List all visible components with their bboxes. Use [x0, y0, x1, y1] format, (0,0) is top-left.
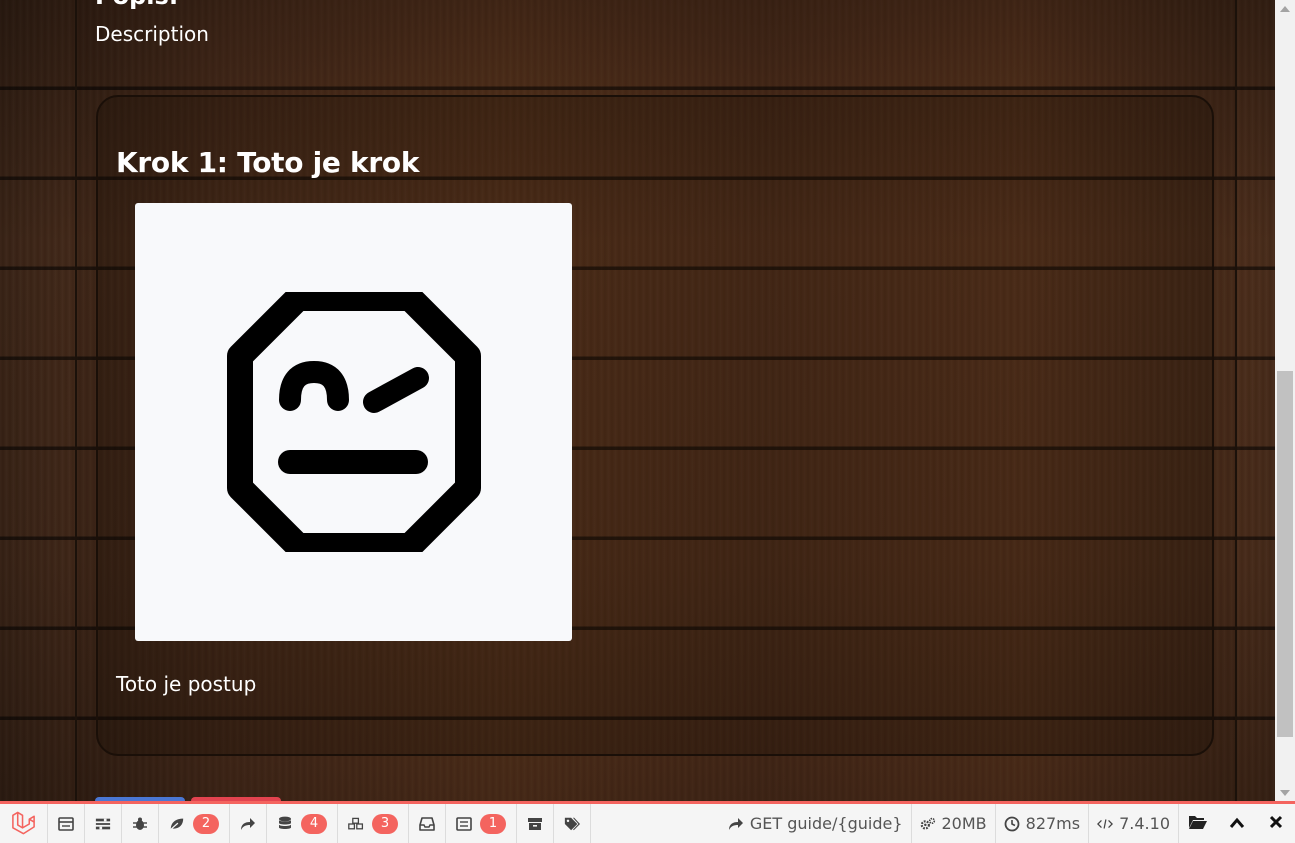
step-title: Krok 1: Toto je krok — [116, 146, 420, 179]
code-icon — [1097, 816, 1114, 832]
share-icon — [728, 816, 744, 832]
open-folder-button[interactable] — [1178, 804, 1217, 843]
bug-icon — [132, 816, 148, 832]
chevron-up-icon — [1229, 814, 1245, 833]
time-text: 827ms — [1025, 814, 1081, 833]
scroll-up-arrow[interactable] — [1280, 6, 1290, 12]
mails-tab[interactable] — [409, 804, 446, 843]
archive-icon — [527, 816, 543, 832]
share-icon — [240, 816, 256, 832]
maximize-button[interactable] — [1217, 804, 1256, 843]
tags-icon — [564, 816, 580, 832]
messages-tab[interactable] — [48, 804, 85, 843]
queries-tab[interactable]: 4 — [267, 804, 338, 843]
inbox-icon — [419, 816, 435, 832]
queries-count-badge: 4 — [301, 813, 327, 834]
section-heading: Popis: — [95, 0, 178, 10]
views-tab[interactable]: 2 — [159, 804, 230, 843]
gate-count-badge: 1 — [480, 813, 506, 834]
views-count-badge: 2 — [193, 813, 219, 834]
route-text: GET guide/{guide} — [749, 814, 903, 833]
step-image — [135, 203, 572, 641]
timeline-icon — [95, 816, 111, 832]
models-tab[interactable]: 3 — [338, 804, 409, 843]
timeline-tab[interactable] — [85, 804, 122, 843]
list-icon — [456, 816, 472, 832]
route-info: GET guide/{guide} — [720, 804, 911, 843]
close-button[interactable] — [1256, 804, 1295, 843]
memory-info: 20MB — [910, 804, 995, 843]
memory-text: 20MB — [941, 814, 987, 833]
guide-description: Description — [95, 22, 209, 46]
folder-open-icon — [1188, 814, 1208, 834]
request-tab[interactable] — [554, 804, 591, 843]
scroll-down-arrow[interactable] — [1280, 790, 1290, 796]
models-count-badge: 3 — [372, 813, 398, 834]
php-version-text: 7.4.10 — [1119, 814, 1170, 833]
session-tab[interactable] — [517, 804, 554, 843]
close-icon — [1269, 814, 1283, 833]
laravel-logo-icon[interactable] — [0, 804, 48, 843]
cubes-icon — [348, 816, 364, 832]
database-icon — [277, 816, 293, 832]
step-text: Toto je postup — [116, 672, 257, 696]
scrollbar-thumb[interactable] — [1277, 371, 1293, 737]
robot-face-icon — [226, 292, 481, 552]
debugbar: 2 4 3 1 GET guide/{guide} 20MB 827ms 7.4… — [0, 801, 1295, 843]
clock-icon — [1004, 816, 1020, 832]
time-info: 827ms — [994, 804, 1088, 843]
php-version-info: 7.4.10 — [1088, 804, 1178, 843]
exceptions-tab[interactable] — [122, 804, 159, 843]
gate-tab[interactable]: 1 — [446, 804, 517, 843]
route-tab[interactable] — [230, 804, 267, 843]
message-icon — [58, 816, 74, 832]
cogs-icon — [920, 816, 936, 832]
leaf-icon — [169, 816, 185, 832]
